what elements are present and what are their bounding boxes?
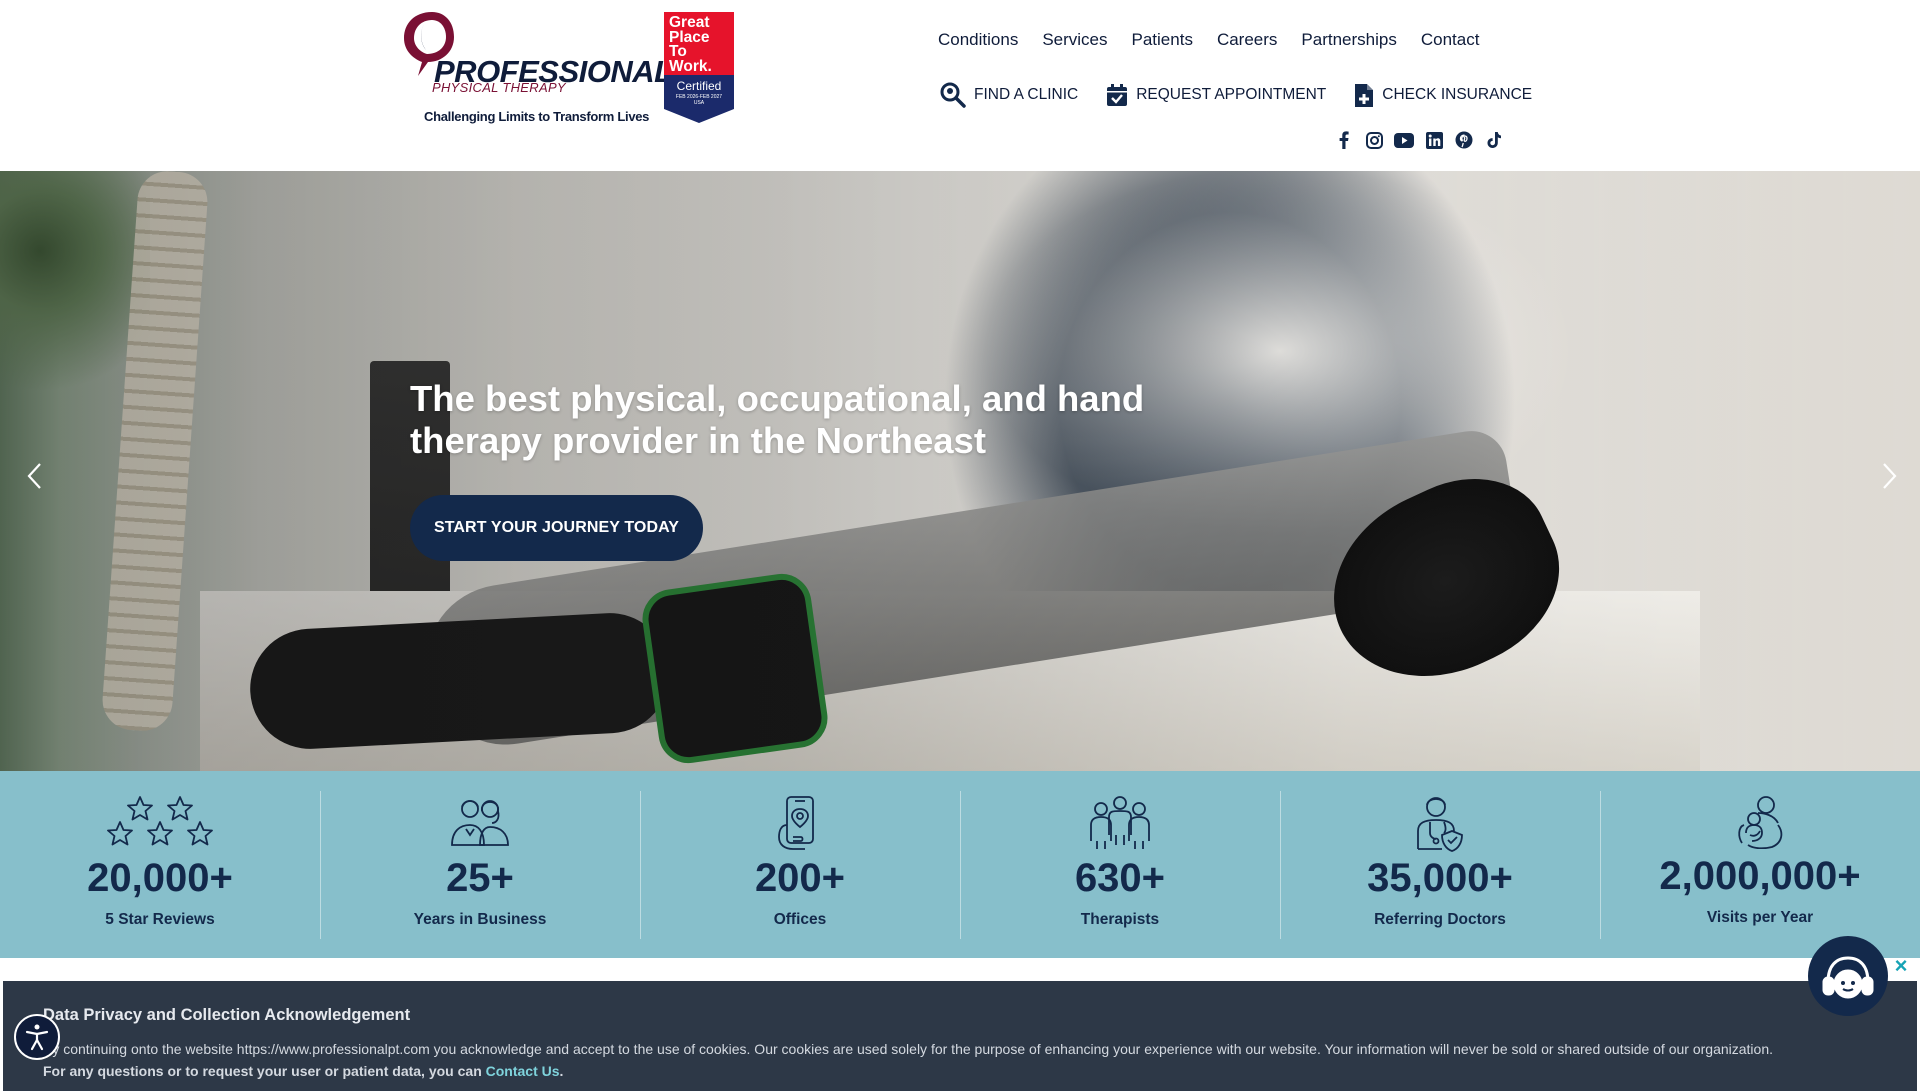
stat-label: Offices [773,911,827,928]
find-clinic-label: FIND A CLINIC [974,86,1079,103]
stat-offices: 200+ Offices [640,771,960,958]
doctor-icon [1280,795,1600,852]
carousel-next-icon[interactable] [1876,461,1902,491]
chat-close-icon[interactable]: × [1891,955,1911,977]
support-agent-icon [1822,956,1874,999]
start-journey-button[interactable]: START YOUR JOURNEY TODAY [410,495,703,561]
stars-icon [0,795,320,851]
stat-label: Visits per Year [1706,909,1814,926]
tiktok-icon[interactable] [1484,130,1504,150]
stat-value: 200+ [754,856,846,900]
contact-us-link[interactable]: Contact Us [486,1063,560,1079]
check-insurance-link[interactable]: CHECK INSURANCE [1354,83,1532,108]
accessibility-button[interactable] [14,1014,60,1060]
stat-visits: 2,000,000+ Visits per Year [1600,771,1920,958]
stat-value: 20,000+ [87,856,233,900]
stat-value: 2,000,000+ [1659,854,1861,898]
stat-label: 5 Star Reviews [105,911,215,928]
logo-tagline: Challenging Limits to Transform Lives [424,109,650,124]
stat-years: 25+ Years in Business [320,771,640,958]
badge-certified-label: Certified [676,79,722,93]
hero-title: The best physical, occupational, and han… [410,378,1145,461]
chat-widget-button[interactable] [1808,936,1888,1016]
cookie-text: By continuing onto the website https://w… [43,1041,1774,1057]
stat-reviews: 20,000+ 5 Star Reviews [0,771,320,958]
stat-doctors: 35,000+ Referring Doctors [1280,771,1600,958]
logo-subtitle: PHYSICAL THERAPY [432,80,566,95]
cookie-banner: Data Privacy and Collection Acknowledgem… [3,981,1917,1091]
pinterest-icon[interactable] [1454,130,1474,150]
carousel-prev-icon[interactable] [22,461,48,491]
request-appointment-link[interactable]: REQUEST APPOINTMENT [1106,83,1326,107]
stat-value: 35,000+ [1367,856,1513,900]
badge-country: USA [693,100,705,106]
site-header: PROFESSIONAL PHYSICAL THERAPY Challengin… [0,0,1920,171]
accessibility-icon [25,1024,49,1051]
cookie-title: Data Privacy and Collection Acknowledgem… [43,1006,411,1024]
facebook-icon[interactable] [1334,130,1354,150]
action-nav: FIND A CLINIC REQUEST APPOINTMENT CHECK … [940,82,1532,108]
hero-overlay [0,171,1920,771]
calendar-check-icon [1106,83,1128,107]
badge-title: Great Place To Work. [664,12,734,75]
nav-partnerships[interactable]: Partnerships [1301,30,1396,50]
nav-conditions[interactable]: Conditions [938,30,1018,50]
youtube-icon[interactable] [1394,130,1414,150]
check-insurance-label: CHECK INSURANCE [1382,86,1533,103]
nav-patients[interactable]: Patients [1132,30,1193,50]
great-place-to-work-badge[interactable]: Great Place To Work. Certified FEB 2026-… [664,12,734,128]
badge-line: Work. [669,57,712,75]
insurance-document-icon [1354,83,1374,108]
phone-location-icon [640,795,960,851]
stat-label: Therapists [1080,911,1160,928]
care-icon [1600,795,1920,851]
cookie-contact-suffix: . [559,1063,564,1079]
stat-therapists: 630+ Therapists [960,771,1280,958]
cookie-contact-prefix: For any questions or to request your use… [43,1063,482,1079]
stat-value: 25+ [446,856,514,900]
badge-certified: Certified FEB 2026-FEB 2027 USA [664,75,734,109]
therapists-icon [960,795,1280,851]
stat-label: Years in Business [413,911,547,928]
request-appointment-label: REQUEST APPOINTMENT [1136,86,1327,103]
stats-bar: 20,000+ 5 Star Reviews 25+ Years in Busi… [0,771,1920,958]
nav-contact[interactable]: Contact [1421,30,1480,50]
social-links [1334,130,1514,150]
nav-careers[interactable]: Careers [1217,30,1277,50]
stat-label: Referring Doctors [1374,911,1506,928]
cookie-contact-text: For any questions or to request your use… [43,1063,563,1079]
nav-services[interactable]: Services [1042,30,1107,50]
find-clinic-link[interactable]: FIND A CLINIC [940,82,1078,108]
stat-value: 630+ [1074,856,1166,900]
team-icon [320,795,640,851]
main-nav: Conditions Services Patients Careers Par… [938,30,1479,50]
brand-logo[interactable]: PROFESSIONAL PHYSICAL THERAPY Challengin… [402,10,673,130]
search-location-icon [940,82,966,108]
linkedin-icon[interactable] [1424,130,1444,150]
badge-tip [664,109,734,123]
hero-banner: The best physical, occupational, and han… [0,171,1920,771]
instagram-icon[interactable] [1364,130,1384,150]
